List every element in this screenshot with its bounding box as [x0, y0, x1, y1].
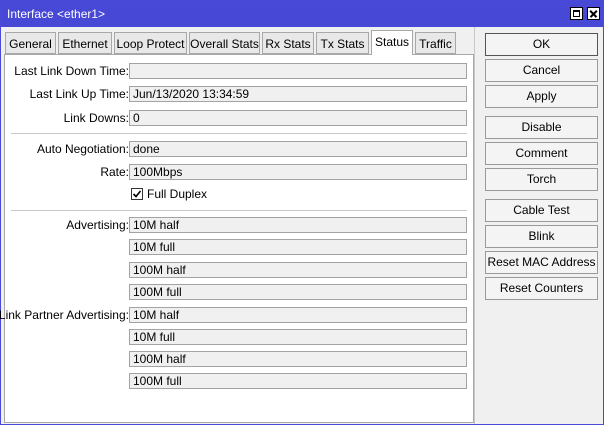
- separator: [11, 133, 467, 134]
- tab-loop-protect[interactable]: Loop Protect: [114, 32, 187, 54]
- link-partner-advertising-field[interactable]: 100M half: [129, 351, 467, 367]
- comment-button[interactable]: Comment: [485, 142, 598, 165]
- last-link-up-time-field[interactable]: Jun/13/2020 13:34:59: [129, 86, 467, 102]
- advertising-field[interactable]: 100M half: [129, 262, 467, 278]
- advertising-field[interactable]: 100M full: [129, 284, 467, 300]
- tab-tx-stats[interactable]: Tx Stats: [316, 32, 369, 54]
- tab-rx-stats[interactable]: Rx Stats: [262, 32, 314, 54]
- cable-test-button[interactable]: Cable Test: [485, 199, 598, 222]
- divider: [474, 27, 475, 424]
- ok-button[interactable]: OK: [485, 33, 598, 56]
- disable-button[interactable]: Disable: [485, 116, 598, 139]
- cancel-button[interactable]: Cancel: [485, 59, 598, 82]
- auto-negotiation-label: Auto Negotiation:: [36, 142, 129, 156]
- link-partner-advertising-field[interactable]: 10M half: [129, 307, 467, 323]
- blink-button[interactable]: Blink: [485, 225, 598, 248]
- full-duplex-label: Full Duplex: [147, 187, 208, 201]
- status-panel: Last Link Down Time: Last Link Up Time: …: [0, 54, 474, 423]
- rate-field[interactable]: 100Mbps: [129, 164, 467, 180]
- advertising-field[interactable]: 10M half: [129, 217, 467, 233]
- tab-overall-stats[interactable]: Overall Stats: [189, 32, 260, 54]
- apply-button[interactable]: Apply: [485, 85, 598, 108]
- link-downs-field[interactable]: 0: [129, 110, 467, 126]
- separator: [11, 210, 467, 211]
- tab-ethernet[interactable]: Ethernet: [58, 32, 112, 54]
- link-partner-advertising-field[interactable]: 100M full: [129, 373, 467, 389]
- title-bar[interactable]: Interface <ether1>: [1, 1, 603, 27]
- auto-negotiation-field[interactable]: done: [129, 141, 467, 157]
- torch-button[interactable]: Torch: [485, 168, 598, 191]
- link-partner-advertising-label: Link Partner Advertising:: [0, 308, 129, 322]
- window-title: Interface <ether1>: [7, 7, 106, 21]
- link-downs-label: Link Downs:: [63, 111, 129, 125]
- reset-mac-address-button[interactable]: Reset MAC Address: [485, 251, 598, 274]
- tab-status[interactable]: Status: [371, 30, 413, 55]
- last-link-up-time-label: Last Link Up Time:: [29, 87, 129, 101]
- last-link-down-time-label: Last Link Down Time:: [14, 64, 129, 78]
- link-partner-advertising-field[interactable]: 10M full: [129, 329, 467, 345]
- tab-general[interactable]: General: [5, 32, 56, 54]
- advertising-label: Advertising:: [66, 218, 129, 232]
- interface-window: Interface <ether1> General Ethernet Loop…: [0, 0, 604, 425]
- advertising-field[interactable]: 10M full: [129, 239, 467, 255]
- checkmark-icon: [132, 190, 142, 198]
- reset-counters-button[interactable]: Reset Counters: [485, 277, 598, 300]
- maximize-icon[interactable]: [570, 7, 583, 20]
- rate-label: Rate:: [100, 165, 129, 179]
- full-duplex-checkbox[interactable]: [131, 188, 143, 200]
- tab-traffic[interactable]: Traffic: [415, 32, 456, 54]
- last-link-down-time-field[interactable]: [129, 63, 467, 79]
- close-icon[interactable]: [587, 7, 600, 20]
